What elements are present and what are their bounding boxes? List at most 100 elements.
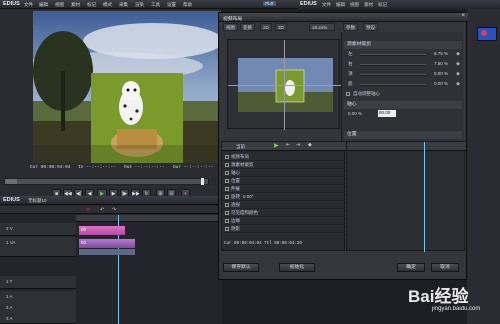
ok-button[interactable]: 确定 [397, 263, 425, 272]
tree-item[interactable]: 旋转 0.00° [223, 193, 345, 201]
crop-bottom-slider[interactable] [360, 84, 426, 86]
tab-params[interactable]: 参数 [343, 23, 358, 31]
tree-item[interactable]: 阴影 [223, 225, 345, 233]
track-1va[interactable]: 1 VA [0, 237, 76, 257]
auto-adjust-checkbox[interactable] [346, 92, 350, 96]
crop-left-slider[interactable] [360, 54, 426, 56]
tree-item[interactable]: 位置 [223, 177, 345, 185]
rec-menu-view[interactable]: 视图 [350, 2, 359, 8]
tree-checkbox[interactable] [225, 170, 229, 175]
menu-capture[interactable]: 采集 [119, 2, 128, 8]
tree-checkbox[interactable] [225, 162, 229, 167]
menu-clip[interactable]: 素材 [71, 2, 80, 8]
keyframe-timeline[interactable] [346, 141, 466, 252]
menu-edit[interactable]: 编辑 [39, 2, 48, 8]
tree-checkbox[interactable] [225, 202, 229, 207]
tree-checkbox[interactable] [225, 178, 229, 183]
section-axis[interactable]: 轴心 [344, 101, 462, 109]
plr-toggle-button[interactable]: PLR [263, 1, 276, 6]
initialize-button[interactable]: 初始化 [279, 263, 315, 272]
cancel-button[interactable]: 取消 [431, 263, 459, 272]
menu-settings[interactable]: 设置 [167, 2, 176, 8]
crop-label: 顶 [348, 71, 353, 76]
tree-item[interactable]: 轴心 [223, 169, 345, 177]
tree-item[interactable]: 伸展 [223, 185, 345, 193]
player-video-frame [33, 11, 221, 163]
tab-transform[interactable]: 变换 [240, 23, 255, 31]
keyframe-icon[interactable]: ◆ [456, 61, 460, 67]
tab-2d[interactable]: 2D [260, 23, 272, 31]
layout-preview[interactable] [227, 39, 341, 130]
keyframe-ruler[interactable] [347, 142, 466, 151]
crop-value[interactable]: 0.00 % [434, 81, 448, 86]
tab-view[interactable]: 视图 [223, 23, 238, 31]
menu-view[interactable]: 视图 [55, 2, 64, 8]
crop-top-slider[interactable] [360, 74, 426, 76]
rotation-value: 0.00° [243, 194, 254, 199]
keyframe-icon[interactable]: ◆ [456, 81, 460, 87]
axis-y-input[interactable]: 50.00 [378, 110, 396, 117]
timeline-audio-clip[interactable] [79, 249, 135, 255]
tree-keyframe-icon[interactable]: ◆ [308, 142, 312, 148]
rec-menu-edit[interactable]: 编辑 [336, 2, 345, 8]
clip-label: 00 [81, 240, 87, 245]
timeline-clip-1[interactable]: 00 [79, 226, 125, 235]
keyframe-icon[interactable]: ◆ [456, 51, 460, 57]
section-position[interactable]: 位置 [344, 131, 462, 139]
timeline-undo-icon[interactable]: ↶ [100, 207, 104, 213]
crop-row-left: 左 8.75 % ◆ [344, 51, 462, 59]
track-2v[interactable]: 2 V [0, 223, 76, 236]
rec-menu-file[interactable]: 文件 [322, 2, 331, 8]
timeline-redo-icon[interactable]: ↷ [112, 207, 116, 213]
tree-checkbox[interactable] [225, 154, 229, 159]
scrub-handle[interactable] [201, 178, 204, 185]
tree-prev-icon[interactable]: ⇤ [286, 142, 290, 148]
menu-render[interactable]: 渲染 [135, 2, 144, 8]
crop-value[interactable]: 7.50 % [434, 61, 448, 66]
keyframe-cursor[interactable] [424, 142, 425, 252]
tree-item[interactable]: 边缘 [223, 217, 345, 225]
tree-next-icon[interactable]: ⇥ [296, 142, 300, 148]
crop-value[interactable]: 0.00 % [434, 71, 448, 76]
rec-menu-marker[interactable]: 标记 [378, 2, 387, 8]
crop-right-slider[interactable] [360, 64, 426, 66]
tree-checkbox[interactable] [225, 186, 229, 191]
tab-presets[interactable]: 预设 [363, 23, 378, 31]
section-crop[interactable]: 源素材裁剪 [344, 41, 462, 49]
recorder-thumbnail[interactable] [477, 27, 497, 41]
timeline-tool-icon[interactable]: ✂ [86, 207, 90, 213]
axis-x-value[interactable]: 0.00 % [348, 111, 362, 116]
tree-checkbox[interactable] [225, 194, 229, 199]
keyframe-icon[interactable]: ◆ [456, 71, 460, 77]
save-default-button[interactable]: 保存默认 [223, 263, 259, 272]
tree-item[interactable]: 透视 [223, 201, 345, 209]
rec-menu-clip[interactable]: 素材 [364, 2, 373, 8]
tree-item[interactable]: 视频布局 [223, 153, 345, 161]
timeline-logo: EDIUS [3, 197, 20, 203]
auto-adjust-row[interactable]: 自动调整轴心 [344, 91, 462, 99]
tree-item[interactable]: 源素材裁剪 [223, 161, 345, 169]
menu-tools[interactable]: 工具 [151, 2, 160, 8]
tree-checkbox[interactable] [225, 210, 229, 215]
tree-item[interactable]: 可见度和颜色 [223, 209, 345, 217]
crop-value[interactable]: 8.75 % [434, 51, 448, 56]
crop-label: 左 [348, 51, 353, 56]
dialog-right-tabs: 参数 预设 [343, 23, 463, 32]
menu-marker[interactable]: 标记 [87, 2, 96, 8]
track-1t[interactable]: 1 T [0, 276, 76, 289]
tree-checkbox[interactable] [225, 226, 229, 231]
menu-file[interactable]: 文件 [24, 2, 33, 8]
tree-checkbox[interactable] [225, 218, 229, 223]
menu-mode[interactable]: 模式 [103, 2, 112, 8]
close-icon[interactable]: × [461, 13, 465, 19]
track-3a[interactable]: 3 A [0, 313, 76, 324]
tree-play-icon[interactable]: ▶ [274, 142, 279, 149]
zoom-level[interactable]: 18.24% [309, 23, 335, 31]
menu-help[interactable]: 帮助 [183, 2, 192, 8]
tree-item-label: 阴影 [231, 226, 240, 231]
player-scrub-bar[interactable] [4, 178, 209, 185]
timeline-ruler[interactable] [76, 215, 222, 222]
video-layout-dialog: 视频布局 × 视图 变换 2D 3D 18.24% 参数 预设 源素材裁剪 左 … [218, 12, 468, 280]
tab-3d[interactable]: 3D [275, 23, 287, 31]
timeline-clip-2[interactable]: 00 [79, 239, 135, 248]
